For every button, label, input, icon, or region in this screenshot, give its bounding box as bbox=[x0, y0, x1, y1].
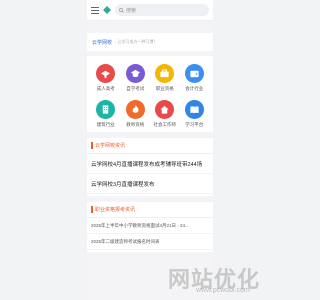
category-label: 自学考试 bbox=[126, 86, 145, 91]
category-icon-badge bbox=[96, 64, 116, 83]
category-label: 建筑行业 bbox=[96, 122, 115, 127]
welcome-title: 云学网校 bbox=[92, 39, 113, 46]
category-label: 职业资格 bbox=[155, 86, 174, 91]
exam-item[interactable]: 2025年上半年中小学教师资格面试4月21日 - 24... bbox=[87, 218, 213, 234]
menu-icon[interactable] bbox=[91, 6, 99, 14]
category-icon-badge bbox=[184, 100, 204, 119]
news-section-header[interactable]: 云学网校资讯 bbox=[87, 138, 213, 154]
top-bar: 搜索 bbox=[87, 0, 213, 21]
mobile-page: 搜索 云学网校 - 让学习成为一种习惯！ 成人高考 自学考试 职业资格 会计行业建筑行… bbox=[87, 0, 213, 300]
section-marker bbox=[91, 142, 93, 149]
news-item[interactable]: 云学网校3月直播课程发布 bbox=[87, 174, 213, 194]
category-item[interactable]: 学习平台 bbox=[180, 100, 210, 128]
category-item[interactable]: 建筑行业 bbox=[91, 100, 121, 128]
category-item[interactable]: 自学考试 bbox=[121, 64, 151, 92]
category-grid-card: 成人高考 自学考试 职业资格 会计行业建筑行业 教师资格 社会工作师 学习平台 bbox=[87, 56, 213, 132]
exam-item[interactable]: 2025年二级建造师考试报名时间表 bbox=[87, 234, 213, 250]
category-item[interactable]: 职业资格 bbox=[150, 64, 180, 92]
flame-icon bbox=[132, 104, 139, 113]
category-icon-badge bbox=[155, 64, 175, 83]
category-label: 成人高考 bbox=[96, 86, 115, 91]
welcome-subtitle: - 让学习成为一种习惯！ bbox=[115, 39, 158, 44]
exam-section-header[interactable]: 职业资格报考资讯 bbox=[87, 202, 213, 218]
building-icon bbox=[103, 105, 109, 114]
search-placeholder: 搜索 bbox=[126, 7, 137, 14]
category-label: 教师资格 bbox=[126, 122, 145, 127]
news-section-title: 云学网校资讯 bbox=[95, 143, 126, 149]
category-icon-badge bbox=[125, 100, 145, 119]
search-icon bbox=[119, 7, 124, 13]
exam-section-title: 职业资格报考资讯 bbox=[95, 207, 136, 213]
category-label: 社会工作师 bbox=[153, 122, 177, 127]
watermark-url: www.pcwobi.com bbox=[196, 287, 250, 294]
category-label: 学习平台 bbox=[185, 122, 204, 127]
briefcase-icon bbox=[160, 69, 169, 78]
category-label: 会计行业 bbox=[185, 86, 204, 91]
category-icon-badge bbox=[125, 64, 145, 83]
house-icon bbox=[160, 105, 169, 114]
category-item[interactable]: 会计行业 bbox=[180, 64, 210, 92]
wallet-icon bbox=[190, 70, 199, 78]
category-item[interactable]: 社会工作师 bbox=[150, 100, 180, 128]
welcome-banner: 云学网校 - 让学习成为一种习惯！ bbox=[87, 33, 213, 51]
category-icon-badge bbox=[155, 100, 175, 119]
news-section: 云学网校资讯 云学网校4月直播课程发布成考辅导班带244场 云学网校3月直播课程… bbox=[87, 138, 213, 196]
graduation-cap-icon bbox=[130, 69, 140, 78]
news-item[interactable]: 云学网校4月直播课程发布成考辅导班带244场 bbox=[87, 154, 213, 174]
category-item[interactable]: 成人高考 bbox=[91, 64, 121, 92]
hat-icon bbox=[101, 70, 111, 79]
section-marker bbox=[91, 206, 93, 213]
search-input[interactable]: 搜索 bbox=[115, 4, 209, 16]
category-icon-badge bbox=[96, 100, 116, 119]
category-item[interactable]: 教师资格 bbox=[121, 100, 151, 128]
logo-icon[interactable] bbox=[102, 5, 112, 15]
book-icon bbox=[190, 106, 199, 114]
exam-section: 职业资格报考资讯 2025年上半年中小学教师资格面试4月21日 - 24... … bbox=[87, 202, 213, 252]
welcome-card: 云学网校 - 让学习成为一种习惯！ bbox=[87, 33, 213, 51]
category-icon-badge bbox=[184, 64, 204, 83]
category-grid: 成人高考 自学考试 职业资格 会计行业建筑行业 教师资格 社会工作师 学习平台 bbox=[87, 56, 213, 132]
